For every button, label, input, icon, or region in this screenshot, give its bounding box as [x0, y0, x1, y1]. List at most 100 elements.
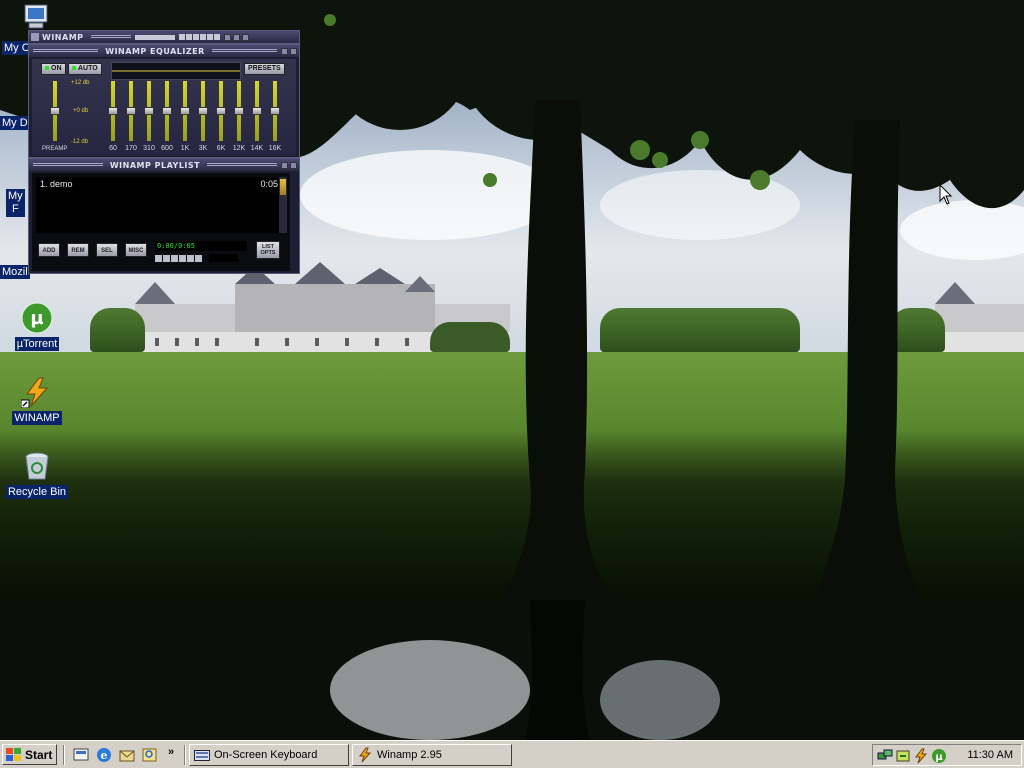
- desktop-icon-label: My D: [0, 116, 30, 130]
- utorrent-tray-icon[interactable]: µ: [931, 748, 947, 764]
- playlist-scrollbar[interactable]: [279, 177, 287, 233]
- eq-presets-label: PRESETS: [248, 65, 281, 72]
- shade-button[interactable]: [281, 47, 289, 55]
- close-button[interactable]: [290, 47, 298, 55]
- winamp-equalizer-window[interactable]: WINAMP EQUALIZER ON AUTO PRESETS +12 db …: [28, 44, 300, 158]
- playlist-sel-button[interactable]: SEL: [96, 243, 118, 257]
- winamp-main-titlebar[interactable]: WINAMP: [29, 31, 299, 43]
- eq-band-slider-6k[interactable]: [216, 81, 226, 141]
- eq-band-slider-14k[interactable]: [252, 81, 262, 141]
- task-winamp[interactable]: Winamp 2.95: [352, 744, 512, 766]
- pause-icon[interactable]: [171, 254, 178, 262]
- play-icon[interactable]: [163, 254, 170, 262]
- playlist-rem-button[interactable]: REM: [67, 243, 89, 257]
- eq-band-slider-60[interactable]: [108, 81, 118, 141]
- slider-knob[interactable]: [198, 107, 208, 115]
- eq-band-label: 310: [143, 145, 155, 152]
- eq-band-label: 600: [161, 145, 173, 152]
- scroll-thumb[interactable]: [280, 179, 286, 195]
- playlist-list-opts-button[interactable]: LIST OPTS: [256, 241, 280, 259]
- eq-band-label: 3K: [198, 145, 208, 152]
- playlist-item-duration: 0:05: [260, 179, 278, 189]
- taskbar-separator: [63, 745, 65, 765]
- next-icon[interactable]: [187, 254, 194, 262]
- stop-icon[interactable]: [179, 254, 186, 262]
- prev-icon[interactable]: [155, 254, 162, 262]
- preamp-slider[interactable]: [50, 81, 60, 141]
- task-on-screen-keyboard[interactable]: On-Screen Keyboard: [189, 744, 349, 766]
- internet-explorer-icon[interactable]: e: [95, 746, 113, 764]
- winamp-options-icon[interactable]: [31, 33, 39, 41]
- eq-presets-button[interactable]: PRESETS: [244, 63, 285, 75]
- eq-band-slider-600[interactable]: [162, 81, 172, 141]
- winamp-tray-icon[interactable]: [913, 748, 929, 764]
- search-icon[interactable]: [141, 746, 159, 764]
- eq-band-label: 1K: [180, 145, 190, 152]
- close-button[interactable]: [241, 33, 249, 41]
- winamp-main-window[interactable]: WINAMP: [28, 30, 300, 44]
- playlist-list[interactable]: 1. demo 0:05: [36, 177, 282, 233]
- safely-remove-hardware-icon[interactable]: [895, 748, 911, 764]
- playlist-misc-button[interactable]: MISC: [125, 243, 147, 257]
- shade-button[interactable]: [281, 161, 288, 169]
- desktop-icon-label: Mozil: [0, 265, 30, 279]
- eq-auto-label: AUTO: [78, 65, 98, 72]
- eq-band-slider-310[interactable]: [144, 81, 154, 141]
- system-tray: µ 11:30 AM: [872, 744, 1022, 766]
- eject-icon[interactable]: [195, 254, 202, 262]
- desktop-icon-winamp[interactable]: WINAMP: [2, 376, 72, 426]
- quick-launch-chevron-icon[interactable]: »: [168, 746, 174, 758]
- winamp-lightning-icon: [20, 376, 53, 409]
- recycle-bin-icon: [21, 450, 53, 482]
- winamp-seek-bar[interactable]: [134, 34, 175, 40]
- winamp-mini-controls[interactable]: [178, 34, 220, 40]
- equalizer-titlebar[interactable]: WINAMP EQUALIZER: [29, 45, 299, 57]
- eq-band-slider-12k[interactable]: [234, 81, 244, 141]
- eq-band-label: 60: [109, 145, 117, 152]
- show-desktop-icon[interactable]: [72, 746, 90, 764]
- equalizer-body: ON AUTO PRESETS +12 db +0 db -12 db PREA…: [32, 59, 296, 155]
- playlist-title: WINAMP PLAYLIST: [109, 160, 201, 170]
- outlook-express-icon[interactable]: [118, 746, 136, 764]
- slider-knob[interactable]: [252, 107, 262, 115]
- network-connection-icon[interactable]: [877, 748, 893, 764]
- winamp-playlist-window[interactable]: WINAMP PLAYLIST 1. demo 0:05 ADD REM SEL…: [28, 158, 300, 274]
- eq-on-toggle[interactable]: ON: [41, 63, 66, 75]
- eq-band-slider-3k[interactable]: [198, 81, 208, 141]
- desktop-icon-recycle-bin[interactable]: Recycle Bin: [2, 450, 72, 500]
- playlist-item[interactable]: 1. demo 0:05: [36, 177, 282, 191]
- start-button[interactable]: Start: [2, 744, 57, 765]
- slider-knob[interactable]: [162, 107, 172, 115]
- eq-auto-toggle[interactable]: AUTO: [68, 63, 102, 75]
- taskbar: Start e » On-Screen Keyboard Winamp 2.95…: [0, 740, 1024, 768]
- db-top-label: +12 db: [71, 80, 90, 86]
- taskbar-clock[interactable]: 11:30 AM: [967, 749, 1013, 761]
- close-button[interactable]: [290, 161, 297, 169]
- slider-knob[interactable]: [270, 107, 280, 115]
- mini-time-display: :: [209, 254, 239, 262]
- eq-band-label: 16K: [268, 145, 282, 152]
- slider-knob[interactable]: [144, 107, 154, 115]
- slider-knob[interactable]: [216, 107, 226, 115]
- slider-knob[interactable]: [234, 107, 244, 115]
- led-indicator-icon: [72, 66, 76, 71]
- playlist-mini-controls: :: [155, 253, 247, 263]
- desktop-icon-label: µTorrent: [14, 337, 60, 351]
- playlist-titlebar[interactable]: WINAMP PLAYLIST: [29, 159, 299, 171]
- desktop-icon-utorrent[interactable]: µ µTorrent: [2, 302, 72, 352]
- preamp-label: PREAMP: [42, 146, 68, 152]
- eq-band-slider-16k[interactable]: [270, 81, 280, 141]
- minimize-button[interactable]: [223, 33, 231, 41]
- eq-band-slider-170[interactable]: [126, 81, 136, 141]
- eq-band-slider-1k[interactable]: [180, 81, 190, 141]
- playlist-add-button[interactable]: ADD: [38, 243, 60, 257]
- playlist-item-name: 1. demo: [40, 179, 73, 189]
- playlist-time-display: 0:00/0:05: [155, 241, 247, 251]
- slider-knob[interactable]: [126, 107, 136, 115]
- slider-knob[interactable]: [108, 107, 118, 115]
- desktop-icon-label: My F: [6, 189, 25, 217]
- slider-knob[interactable]: [50, 107, 60, 115]
- playlist-body: 1. demo 0:05 ADD REM SEL MISC 0:00/0:05 …: [32, 173, 290, 271]
- shade-button[interactable]: [232, 33, 240, 41]
- slider-knob[interactable]: [180, 107, 190, 115]
